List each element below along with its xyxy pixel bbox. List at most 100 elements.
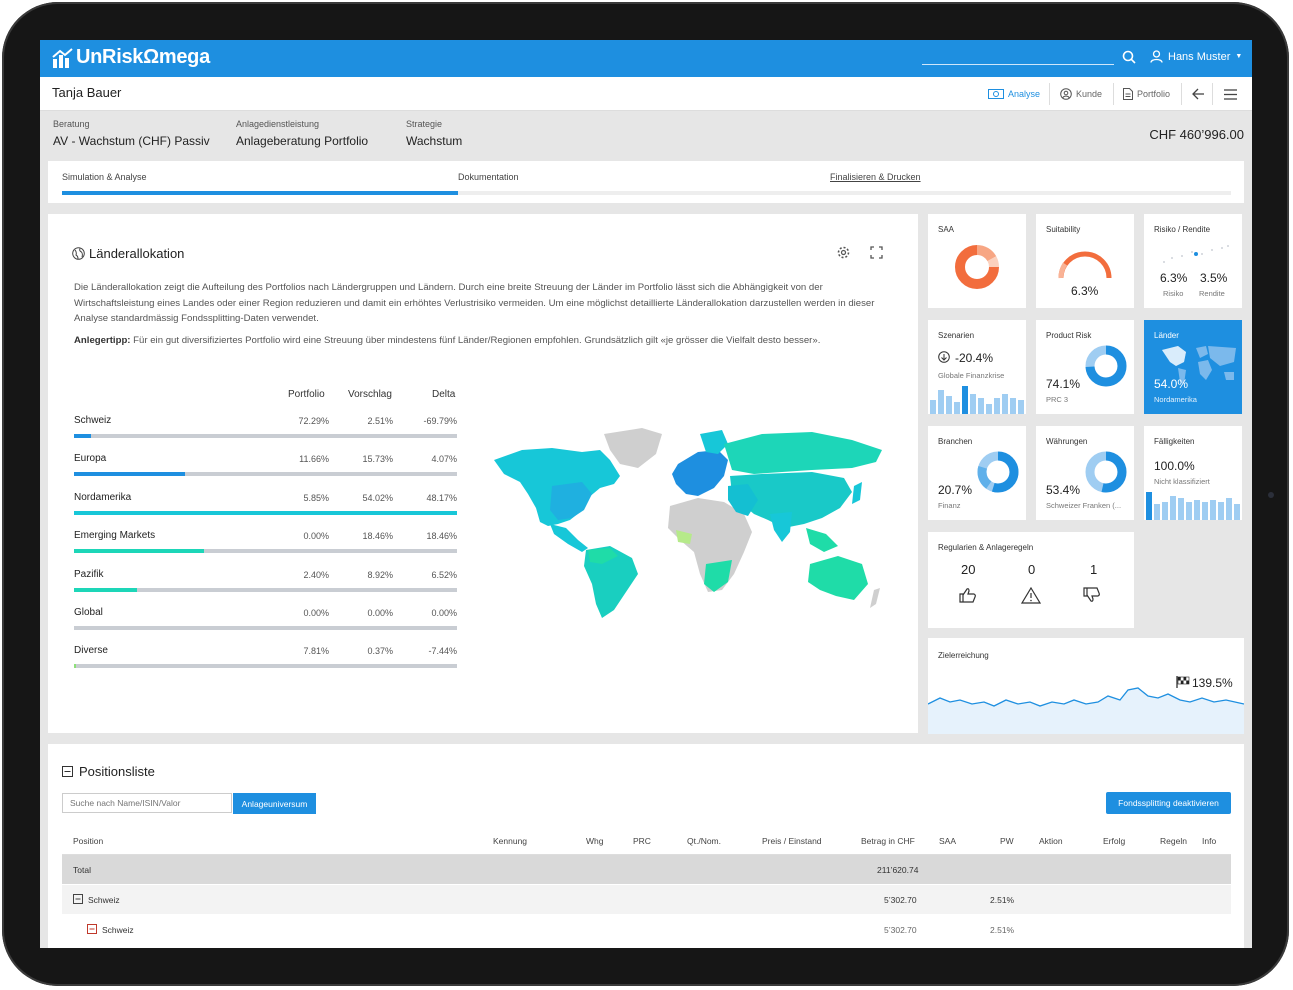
column-header[interactable]: PRC bbox=[633, 836, 651, 846]
allocation-bar-fill bbox=[74, 510, 457, 515]
allocation-row[interactable]: Global 0.00% 0.00% 0.00% bbox=[74, 597, 457, 635]
risk-value: 6.3% bbox=[1160, 271, 1188, 285]
fullscreen-icon[interactable] bbox=[870, 246, 883, 264]
nav-portfolio[interactable]: Portfolio bbox=[1119, 84, 1174, 104]
column-header[interactable]: Betrag in CHF bbox=[861, 836, 915, 846]
vorschlag-value: 18.46% bbox=[362, 531, 393, 542]
search-icon[interactable] bbox=[1122, 50, 1136, 69]
vorschlag-value: 0.37% bbox=[367, 646, 393, 657]
gear-icon[interactable] bbox=[837, 246, 850, 264]
szenarien-bars bbox=[930, 386, 1024, 414]
nav-analyse[interactable]: Analyse bbox=[984, 84, 1044, 104]
portfolio-value: 7.81% bbox=[303, 646, 329, 657]
hamburger-icon bbox=[1224, 88, 1237, 100]
tile-branchen[interactable]: Branchen 20.7% Finanz bbox=[928, 426, 1026, 520]
suitability-value: 6.3% bbox=[1071, 284, 1099, 298]
column-header[interactable]: Regeln bbox=[1160, 836, 1187, 846]
delta-value: 4.07% bbox=[431, 454, 457, 465]
region-name: Diverse bbox=[74, 645, 108, 657]
arrow-down-circle-icon bbox=[938, 351, 950, 363]
user-menu[interactable]: Hans Muster ▼ bbox=[1150, 50, 1242, 63]
tile-risk-return[interactable]: Risiko / Rendite 6.3% Risiko 3.5% Rendit… bbox=[1144, 214, 1242, 308]
map-new-zealand bbox=[870, 588, 880, 608]
column-header[interactable]: Info bbox=[1202, 836, 1216, 846]
allocation-row[interactable]: Pazifik 2.40% 8.92% 6.52% bbox=[74, 559, 457, 597]
delta-value: -69.79% bbox=[423, 416, 457, 426]
map-india bbox=[770, 512, 792, 542]
tab-dokumentation[interactable]: Dokumentation bbox=[458, 172, 519, 182]
divider bbox=[1049, 83, 1050, 105]
positions-title[interactable]: Positionsliste bbox=[62, 764, 155, 779]
collapse-icon[interactable] bbox=[73, 894, 83, 904]
tile-regularien[interactable]: Regularien & Anlageregeln 20 0 1 bbox=[928, 532, 1134, 628]
column-header[interactable]: Preis / Einstand bbox=[762, 836, 822, 846]
delta-value: 6.52% bbox=[431, 569, 457, 580]
tile-suitability[interactable]: Suitability 6.3% bbox=[1036, 214, 1134, 308]
allocation-row[interactable]: Europa 11.66% 15.73% 4.07% bbox=[74, 443, 457, 481]
allocation-bar-fill bbox=[74, 434, 92, 438]
vorschlag-value: 8.92% bbox=[367, 569, 393, 580]
brand-name: UnRiskΩmega bbox=[76, 46, 210, 68]
table-row[interactable]: Schweiz 5’302.70 2.51% bbox=[62, 915, 1231, 944]
allocation-bar-track bbox=[74, 587, 457, 592]
row-amount: 211’620.74 bbox=[877, 865, 919, 875]
tile-laender[interactable]: Länder 54.0% Nordamerika bbox=[1144, 320, 1242, 414]
risk-label: Risiko bbox=[1163, 289, 1184, 298]
tile-saa[interactable]: SAA bbox=[928, 214, 1026, 308]
row-name: Schweiz bbox=[88, 895, 120, 905]
portfolio-value: 0.00% bbox=[303, 531, 329, 542]
tile-product-risk[interactable]: Product Risk 74.1% PRC 3 bbox=[1036, 320, 1134, 414]
column-header[interactable]: Erfolg bbox=[1103, 836, 1125, 846]
allocation-row[interactable]: Nordamerika 5.85% 54.02% 48.17% bbox=[74, 482, 457, 520]
back-button[interactable] bbox=[1188, 84, 1213, 104]
positions-title-text: Positionsliste bbox=[79, 764, 155, 779]
column-header[interactable]: Position bbox=[73, 836, 103, 846]
szenarien-sub: Globale Finanzkrise bbox=[938, 371, 1005, 380]
thumbs-down-icon bbox=[1083, 587, 1100, 602]
nav-kunde[interactable]: Kunde bbox=[1056, 84, 1106, 104]
collapse-icon[interactable] bbox=[87, 924, 97, 934]
column-header[interactable]: SAA bbox=[939, 836, 956, 846]
allocation-header: Portfolio Vorschlag Delta bbox=[74, 389, 457, 405]
portfolio-value: 0.00% bbox=[303, 607, 329, 618]
row-pw: 2.51% bbox=[990, 895, 1015, 905]
analyse-icon bbox=[988, 89, 1004, 99]
anlageuniversum-button[interactable]: Anlageuniversum bbox=[233, 793, 316, 814]
portfolio-value: 5.85% bbox=[303, 492, 329, 503]
logo[interactable]: UnRiskΩmega bbox=[52, 46, 210, 69]
column-header[interactable]: Whg bbox=[586, 836, 603, 846]
tab-simulation[interactable]: Simulation & Analyse bbox=[62, 172, 147, 182]
info-bar: Beratung AV - Wachstum (CHF) Passiv Anla… bbox=[40, 111, 1252, 158]
column-header[interactable]: PW bbox=[1000, 836, 1014, 846]
map-japan bbox=[852, 482, 862, 504]
allocation-row[interactable]: Schweiz 72.29% 2.51% -69.79% bbox=[74, 405, 457, 443]
map-europe bbox=[672, 450, 728, 496]
delta-value: 18.46% bbox=[426, 531, 457, 542]
allocation-row[interactable]: Diverse 7.81% 0.37% -7.44% bbox=[74, 635, 457, 673]
tab-finalisieren[interactable]: Finalisieren & Drucken bbox=[830, 172, 921, 182]
rules-fail-count: 1 bbox=[1090, 562, 1098, 577]
allocation-bar-fill bbox=[74, 549, 205, 554]
product-risk-value: 74.1% bbox=[1046, 377, 1081, 391]
position-search-input[interactable] bbox=[62, 793, 232, 813]
tile-title: Risiko / Rendite bbox=[1154, 225, 1211, 234]
portfolio-value: 2.40% bbox=[303, 569, 329, 580]
tile-faelligkeiten[interactable]: Fälligkeiten 100.0% Nicht klassifiziert bbox=[1144, 426, 1242, 520]
tile-title: Branchen bbox=[938, 437, 973, 446]
fondssplitting-button[interactable]: Fondssplitting deaktivieren bbox=[1106, 792, 1231, 814]
label: Beratung bbox=[53, 119, 90, 129]
global-search-input[interactable] bbox=[922, 64, 1114, 65]
column-header[interactable]: Kennung bbox=[493, 836, 527, 846]
menu-button[interactable] bbox=[1220, 84, 1245, 104]
column-header[interactable]: Qt./Nom. bbox=[687, 836, 721, 846]
faelligkeiten-sub: Nicht klassifiziert bbox=[1154, 477, 1210, 486]
column-header: Portfolio bbox=[288, 389, 325, 400]
column-header[interactable]: Aktion bbox=[1039, 836, 1063, 846]
table-row[interactable]: Schweiz 5’302.70 2.51% bbox=[62, 885, 1231, 914]
tile-waehrungen[interactable]: Währungen 53.4% Schweizer Franken (... bbox=[1036, 426, 1134, 520]
tile-szenarien[interactable]: Szenarien -20.4% Globale Finanzkrise bbox=[928, 320, 1026, 414]
delta-value: -7.44% bbox=[428, 646, 457, 657]
table-row-total[interactable]: Total 211’620.74 bbox=[62, 855, 1231, 884]
allocation-row[interactable]: Emerging Markets 0.00% 18.46% 18.46% bbox=[74, 520, 457, 558]
tile-zielerreichung[interactable]: Zielerreichung 139.5% bbox=[928, 638, 1244, 734]
